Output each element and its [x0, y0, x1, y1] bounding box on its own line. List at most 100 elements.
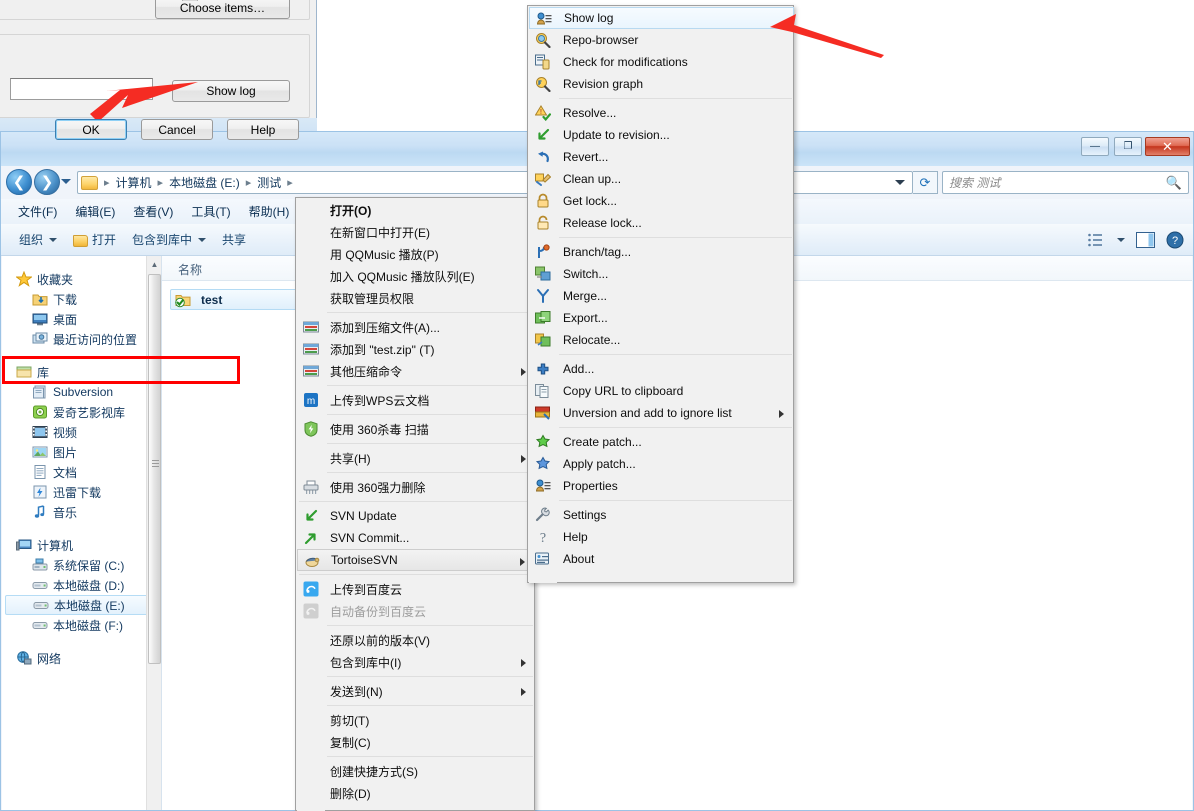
search-box[interactable]: 搜索 测试 🔍	[942, 171, 1189, 194]
submenu-item-branch-tag[interactable]: Branch/tag...	[529, 241, 794, 263]
sidebar-item-videos[interactable]: 视频	[2, 422, 160, 442]
submenu-item-apply-patch[interactable]: Apply patch...	[529, 453, 794, 475]
sidebar-item-iqiyi[interactable]: 爱奇艺影视库	[2, 402, 160, 422]
forward-button[interactable]: ❯	[34, 169, 60, 195]
submenu-item-create-patch[interactable]: Create patch...	[529, 431, 794, 453]
sidebar-scrollbar[interactable]: ▲ ▼	[146, 256, 162, 810]
minimize-button[interactable]: —	[1081, 137, 1109, 156]
menu-file[interactable]: 文件(F)	[9, 200, 66, 223]
submenu-scroll-grip[interactable]	[182, 0, 198, 1]
menu-item-copy[interactable]: 复制(C)	[297, 731, 535, 753]
cancel-button[interactable]: Cancel	[141, 119, 213, 140]
column-header-name[interactable]: 名称	[178, 261, 202, 278]
menu-item-open[interactable]: 打开(O)	[297, 199, 535, 221]
submenu-item-revision-graph[interactable]: Revision graph	[529, 73, 794, 95]
submenu-item-settings[interactable]: Settings	[529, 504, 794, 526]
sidebar-item-drive-c[interactable]: 系统保留 (C:)	[2, 555, 160, 575]
view-mode-chevron-icon[interactable]	[1117, 238, 1125, 242]
submenu-item-check-for-modifications[interactable]: Check for modifications	[529, 51, 794, 73]
menu-item-tortoisesvn[interactable]: TortoiseSVN	[297, 549, 535, 571]
sidebar-item-libraries[interactable]: 库	[2, 362, 160, 382]
sidebar-item-pictures[interactable]: 图片	[2, 442, 160, 462]
breadcrumb-item-0[interactable]: 计算机	[114, 174, 154, 191]
menu-item-upload-baidu-cloud[interactable]: 上传到百度云	[297, 578, 535, 600]
submenu-item-help[interactable]: ? Help	[529, 526, 794, 548]
menu-view[interactable]: 查看(V)	[124, 200, 182, 223]
submenu-item-unversion-and-ignore[interactable]: Unversion and add to ignore list	[529, 402, 794, 424]
menu-item-upload-wps-cloud[interactable]: m 上传到WPS云文档	[297, 389, 535, 411]
submenu-item-show-log[interactable]: Show log	[529, 7, 794, 29]
submenu-item-copy-url-to-clipboard[interactable]: Copy URL to clipboard	[529, 380, 794, 402]
choose-items-button[interactable]: Choose items…	[155, 0, 290, 19]
menu-item-send-to[interactable]: 发送到(N)	[297, 680, 535, 702]
recent-locations-dropdown-icon[interactable]	[61, 179, 71, 184]
sidebar-item-favorites[interactable]: 收藏夹	[2, 269, 160, 289]
sidebar-item-drive-d[interactable]: 本地磁盘 (D:)	[2, 575, 160, 595]
show-log-button[interactable]: Show log	[172, 80, 290, 102]
submenu-item-resolve[interactable]: ! Resolve...	[529, 102, 794, 124]
menu-item-create-shortcut[interactable]: 创建快捷方式(S)	[297, 760, 535, 782]
view-mode-icon[interactable]	[1085, 231, 1105, 249]
menu-item-qqmusic-play[interactable]: 用 QQMusic 播放(P)	[297, 243, 535, 265]
sidebar-item-music[interactable]: 音乐	[2, 502, 160, 522]
submenu-item-get-lock[interactable]: Get lock...	[529, 190, 794, 212]
menu-item-cut[interactable]: 剪切(T)	[297, 709, 535, 731]
menu-edit[interactable]: 编辑(E)	[66, 200, 124, 223]
open-button[interactable]: 打开	[65, 227, 124, 252]
submenu-item-properties[interactable]: Properties	[529, 475, 794, 497]
organize-button[interactable]: 组织	[11, 227, 65, 252]
table-row[interactable]: test	[170, 289, 310, 310]
submenu-item-about[interactable]: About	[529, 548, 794, 570]
sidebar-item-network[interactable]: 网络	[2, 648, 160, 668]
close-button[interactable]: ✕	[1145, 137, 1190, 156]
menu-item-delete[interactable]: 删除(D)	[297, 782, 535, 804]
sidebar-item-thunder-download[interactable]: 迅雷下载	[2, 482, 160, 502]
help-button[interactable]: Help	[227, 119, 299, 140]
maximize-button[interactable]: ❐	[1114, 137, 1142, 156]
menu-tools[interactable]: 工具(T)	[182, 200, 239, 223]
sidebar-item-drive-e[interactable]: 本地磁盘 (E:)	[5, 595, 157, 615]
submenu-item-switch[interactable]: Switch...	[529, 263, 794, 285]
url-input[interactable]	[10, 78, 153, 100]
scrollbar-thumb[interactable]	[148, 274, 161, 664]
menu-item-restore-previous-versions[interactable]: 还原以前的版本(V)	[297, 629, 535, 651]
breadcrumb-item-2[interactable]: 测试	[255, 174, 283, 191]
menu-item-360-scan[interactable]: 使用 360杀毒 扫描	[297, 418, 535, 440]
search-input[interactable]: 搜索 测试	[949, 174, 1166, 191]
submenu-item-clean-up[interactable]: Clean up...	[529, 168, 794, 190]
sidebar-item-documents[interactable]: 文档	[2, 462, 160, 482]
submenu-item-relocate[interactable]: Relocate...	[529, 329, 794, 351]
menu-item-include-in-library[interactable]: 包含到库中(I)	[297, 651, 535, 673]
address-history-chevron-icon[interactable]	[895, 180, 905, 185]
submenu-item-release-lock[interactable]: Release lock...	[529, 212, 794, 234]
menu-item-add-to-archive[interactable]: 添加到压缩文件(A)...	[297, 316, 535, 338]
menu-item-share[interactable]: 共享(H)	[297, 447, 535, 469]
sidebar-item-downloads[interactable]: 下载	[2, 289, 160, 309]
scroll-up-arrow-icon[interactable]: ▲	[147, 256, 162, 272]
menu-item-add-to-testzip[interactable]: 添加到 "test.zip" (T)	[297, 338, 535, 360]
ok-button[interactable]: OK	[55, 119, 127, 140]
submenu-item-merge[interactable]: Merge...	[529, 285, 794, 307]
back-button[interactable]: ❮	[6, 169, 32, 195]
menu-item-360-force-delete[interactable]: 使用 360强力删除	[297, 476, 535, 498]
menu-help[interactable]: 帮助(H)	[240, 200, 299, 223]
include-in-library-button[interactable]: 包含到库中	[124, 227, 214, 252]
menu-item-other-archive-commands[interactable]: 其他压缩命令	[297, 360, 535, 382]
breadcrumb-item-1[interactable]: 本地磁盘 (E:)	[167, 174, 242, 191]
submenu-item-repo-browser[interactable]: Repo-browser	[529, 29, 794, 51]
menu-item-svn-commit[interactable]: SVN Commit...	[297, 527, 535, 549]
submenu-item-update-to-revision[interactable]: Update to revision...	[529, 124, 794, 146]
share-button[interactable]: 共享	[214, 227, 254, 252]
submenu-item-export[interactable]: Export...	[529, 307, 794, 329]
refresh-button[interactable]: ⟳	[913, 171, 938, 194]
sidebar-item-desktop[interactable]: 桌面	[2, 309, 160, 329]
help-icon[interactable]: ?	[1165, 231, 1185, 249]
menu-item-svn-update[interactable]: SVN Update	[297, 505, 535, 527]
sidebar-item-subversion[interactable]: Subversion	[2, 382, 160, 402]
menu-item-admin-rights[interactable]: 获取管理员权限	[297, 287, 535, 309]
sidebar-item-computer[interactable]: 计算机	[2, 535, 160, 555]
sidebar-item-drive-f[interactable]: 本地磁盘 (F:)	[2, 615, 160, 635]
submenu-item-add[interactable]: Add...	[529, 358, 794, 380]
menu-item-qqmusic-queue[interactable]: 加入 QQMusic 播放队列(E)	[297, 265, 535, 287]
submenu-item-revert[interactable]: Revert...	[529, 146, 794, 168]
